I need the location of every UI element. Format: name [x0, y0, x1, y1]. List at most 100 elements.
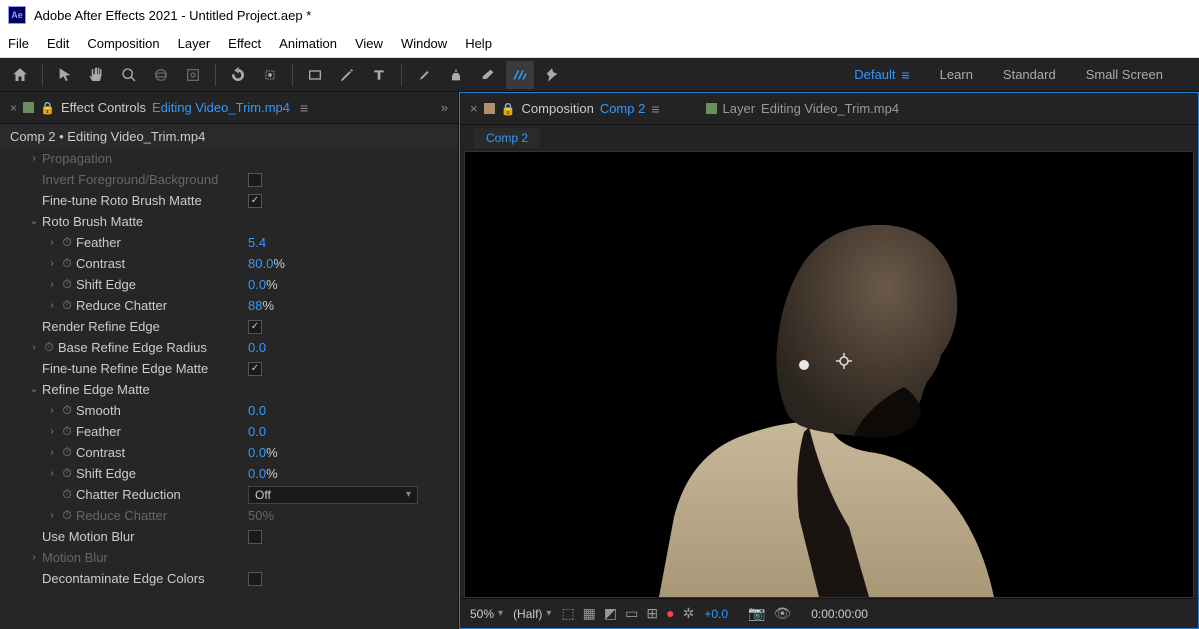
- puppet-tool-icon[interactable]: [538, 61, 566, 89]
- rotation-tool-icon[interactable]: [224, 61, 252, 89]
- anchor-point-icon[interactable]: [835, 352, 853, 370]
- zoom-tool-icon[interactable]: [115, 61, 143, 89]
- clone-stamp-tool-icon[interactable]: [442, 61, 470, 89]
- param-checkbox[interactable]: [248, 572, 262, 586]
- brush-tool-icon[interactable]: [410, 61, 438, 89]
- orbit-tool-icon[interactable]: [147, 61, 175, 89]
- panel-file[interactable]: Editing Video_Trim.mp4: [152, 100, 290, 115]
- workspace-default[interactable]: Default≡: [854, 67, 909, 83]
- panel-menu-icon[interactable]: ≡: [300, 100, 308, 116]
- mask-icon[interactable]: ◩: [604, 605, 617, 622]
- workspace-menu-icon[interactable]: ≡: [902, 67, 910, 83]
- grid-icon[interactable]: ⊞: [646, 605, 658, 622]
- reset-exposure-icon[interactable]: ✲: [683, 605, 695, 622]
- hand-tool-icon[interactable]: [83, 61, 111, 89]
- stopwatch-icon[interactable]: ⏱: [60, 424, 74, 439]
- expand-icon[interactable]: ›: [46, 426, 58, 437]
- workspace-small-screen[interactable]: Small Screen: [1086, 67, 1163, 83]
- menu-animation[interactable]: Animation: [279, 36, 337, 51]
- selection-tool-icon[interactable]: [51, 61, 79, 89]
- close-icon[interactable]: ×: [10, 101, 17, 115]
- param-value[interactable]: 0.0: [248, 424, 266, 439]
- expand-icon[interactable]: ›: [46, 447, 58, 458]
- timecode[interactable]: 0:00:00:00: [811, 607, 868, 621]
- menu-composition[interactable]: Composition: [87, 36, 159, 51]
- expand-icon[interactable]: ›: [46, 468, 58, 479]
- panel-menu-icon[interactable]: ≡: [651, 101, 659, 117]
- expand-icon[interactable]: ›: [46, 279, 58, 290]
- param-value[interactable]: 0.0: [248, 403, 266, 418]
- lock-icon[interactable]: 🔒: [501, 102, 516, 116]
- collapse-icon[interactable]: ⌄: [28, 384, 40, 395]
- stopwatch-icon[interactable]: ⏱: [60, 298, 74, 313]
- menu-window[interactable]: Window: [401, 36, 447, 51]
- param-checkbox[interactable]: ✓: [248, 194, 262, 208]
- resolution-selector[interactable]: (Half)▾: [513, 607, 551, 621]
- menu-edit[interactable]: Edit: [47, 36, 69, 51]
- param-checkbox[interactable]: [248, 530, 262, 544]
- comp-tab-link[interactable]: Comp 2: [600, 101, 646, 116]
- param-value[interactable]: 0.0: [248, 466, 266, 481]
- expand-icon[interactable]: ›: [46, 258, 58, 269]
- orbit-dropdown-icon[interactable]: [179, 61, 207, 89]
- home-icon[interactable]: [6, 61, 34, 89]
- expand-icon[interactable]: ›: [46, 300, 58, 311]
- workspace-learn[interactable]: Learn: [940, 67, 973, 83]
- panel-expand-icon[interactable]: »: [441, 100, 448, 115]
- snapshot-icon[interactable]: 📷: [748, 605, 765, 622]
- param-value[interactable]: 5.4: [248, 235, 266, 250]
- lock-icon[interactable]: 🔒: [40, 101, 55, 115]
- workspace-standard[interactable]: Standard: [1003, 67, 1056, 83]
- expand-icon[interactable]: ›: [28, 552, 40, 563]
- comp-tab-title[interactable]: Composition: [522, 101, 594, 116]
- eraser-tool-icon[interactable]: [474, 61, 502, 89]
- param-dropdown[interactable]: Off▾: [248, 486, 418, 504]
- show-snapshot-icon[interactable]: 👁: [773, 605, 791, 622]
- text-tool-icon[interactable]: [365, 61, 393, 89]
- rectangle-tool-icon[interactable]: [301, 61, 329, 89]
- param-value[interactable]: 0.0: [248, 340, 266, 355]
- stopwatch-icon[interactable]: ⏱: [42, 340, 56, 355]
- menu-view[interactable]: View: [355, 36, 383, 51]
- close-icon[interactable]: ×: [470, 101, 478, 116]
- channel-icon[interactable]: ●: [666, 605, 674, 622]
- stopwatch-icon[interactable]: ⏱: [60, 235, 74, 250]
- expand-icon[interactable]: ›: [28, 342, 40, 353]
- layer-tab[interactable]: Layer Editing Video_Trim.mp4: [706, 101, 900, 116]
- param-checkbox[interactable]: ✓: [248, 362, 262, 376]
- expand-icon[interactable]: ›: [46, 237, 58, 248]
- param-checkbox[interactable]: ✓: [248, 320, 262, 334]
- composition-viewer[interactable]: [464, 151, 1194, 598]
- stopwatch-icon[interactable]: ⏱: [60, 256, 74, 271]
- effect-controls-tab[interactable]: × 🔒 Effect Controls Editing Video_Trim.m…: [0, 92, 458, 124]
- stopwatch-icon[interactable]: ⏱: [60, 487, 74, 502]
- param-value[interactable]: 88: [248, 298, 262, 313]
- stopwatch-icon[interactable]: ⏱: [60, 508, 74, 523]
- expand-icon[interactable]: ›: [46, 405, 58, 416]
- stopwatch-icon[interactable]: ⏱: [60, 466, 74, 481]
- param-value[interactable]: 50: [248, 508, 262, 523]
- menu-layer[interactable]: Layer: [178, 36, 211, 51]
- param-value[interactable]: 0.0: [248, 277, 266, 292]
- anchor-tool-icon[interactable]: [256, 61, 284, 89]
- param-checkbox[interactable]: [248, 173, 262, 187]
- stopwatch-icon[interactable]: ⏱: [60, 445, 74, 460]
- expand-icon[interactable]: ›: [28, 153, 40, 164]
- rotobrush-tool-icon[interactable]: [506, 61, 534, 89]
- fast-preview-icon[interactable]: ⬚: [561, 605, 574, 622]
- menu-effect[interactable]: Effect: [228, 36, 261, 51]
- menu-help[interactable]: Help: [465, 36, 492, 51]
- stopwatch-icon[interactable]: ⏱: [60, 277, 74, 292]
- expand-icon[interactable]: ›: [46, 510, 58, 521]
- transparency-grid-icon[interactable]: ▦: [583, 605, 596, 622]
- menu-file[interactable]: File: [8, 36, 29, 51]
- collapse-icon[interactable]: ⌄: [28, 216, 40, 227]
- zoom-selector[interactable]: 50%▾: [470, 607, 503, 621]
- exposure-value[interactable]: +0.0: [704, 607, 728, 621]
- param-value[interactable]: 0.0: [248, 445, 266, 460]
- stopwatch-icon[interactable]: ⏱: [60, 403, 74, 418]
- param-value[interactable]: 80.0: [248, 256, 273, 271]
- pen-tool-icon[interactable]: [333, 61, 361, 89]
- region-icon[interactable]: ▭: [625, 605, 638, 622]
- comp-subtab[interactable]: Comp 2: [474, 128, 540, 148]
